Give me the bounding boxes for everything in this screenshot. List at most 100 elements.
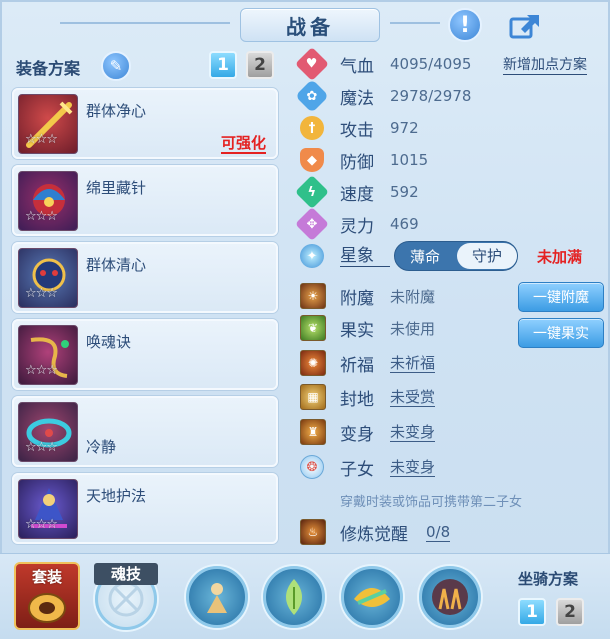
stat-label: 子女 [340,459,374,480]
mount-skill-2[interactable] [263,566,325,628]
mount-skill-3[interactable] [341,566,403,628]
stat-value: 4095/4095 [390,55,472,73]
skill-name: 天地护法 [86,487,147,505]
sword-icon: † [300,116,324,140]
stat-value: 972 [390,119,419,137]
fruit-row: ❦ 果实 未使用 [300,314,435,342]
edit-pencil-icon[interactable]: ✎ [101,51,131,81]
star-rating: ☆☆☆ [25,286,58,301]
second-child-note: 穿戴时装或饰品可携带第二子女 [340,495,523,510]
shield-icon: ◆ [300,148,324,172]
child-row: ❂ 子女 未变身 [300,453,436,481]
skill-card-4[interactable]: ☆☆☆ 唤魂诀 [12,319,278,390]
heart-icon: ♥ [295,47,329,81]
skill-card-2[interactable]: ☆☆☆ 绵里藏针 [12,165,278,236]
skill-thumb-whip: ☆☆☆ [18,325,78,385]
bless-row: ✺ 祈福 未祈福 [300,349,436,377]
star-formation-icon: ✦ [300,244,324,268]
cultivate-icon: ♨ [300,519,326,545]
stat-value: 2978/2978 [390,87,472,105]
star-rating: ☆☆☆ [25,132,58,147]
stat-value[interactable]: 未受赏 [390,388,436,407]
star-toggle[interactable]: 薄命 守护 [394,241,518,271]
title-decoration-right [390,22,440,24]
stat-label: 魔法 [340,88,374,109]
fief-icon: ▦ [300,384,326,410]
skill-thumb-golden-staff: ☆☆☆ [18,94,78,154]
equip-plan-tab-1[interactable]: 1 [209,51,237,79]
skill-card-5[interactable]: ☆☆☆ 冷静 [12,396,278,467]
stat-label: 附魔 [340,288,374,309]
skill-card-3[interactable]: ☆☆☆ 群体清心 [12,242,278,313]
enchant-icon: ☀ [300,283,326,309]
star-option-fate[interactable]: 薄命 [395,246,455,267]
skill-thumb-bracelet: ☆☆☆ [18,402,78,462]
star-rating: ☆☆☆ [25,517,58,532]
mount-plan-label: 坐骑方案 [518,570,579,588]
lightning-icon: ϟ [295,175,329,209]
stat-spirit: ✥ 灵力 469 [295,207,419,241]
child-icon: ❂ [300,455,324,479]
skill-card-6[interactable]: ☆☆☆ 天地护法 [12,473,278,544]
stat-value: 469 [390,215,419,233]
not-full-status: 未加满 [537,248,583,266]
mount-skill-4[interactable] [419,566,481,628]
stat-label: 攻击 [340,120,374,141]
enchant-row: ☀ 附魔 未附魔 [300,282,435,310]
mana-icon: ✿ [295,79,329,113]
upgradable-tag[interactable]: 可强化 [220,134,266,154]
star-rating: ☆☆☆ [25,363,58,378]
stat-hp: ♥ 气血 4095/4095 [295,47,472,81]
equip-plan-tab-2[interactable]: 2 [246,51,274,79]
bless-icon: ✺ [300,350,326,376]
star-rating: ☆☆☆ [25,440,58,455]
stat-label: 变身 [340,424,374,445]
soul-skill-label: 魂技 [94,563,158,585]
stat-value[interactable]: 未变身 [390,423,436,442]
stat-value: 未附魔 [390,287,436,306]
stat-label: 祈福 [340,355,374,376]
stat-value: 未使用 [390,319,436,338]
stat-label: 封地 [340,389,374,410]
mount-plan-tab-1[interactable]: 1 [518,598,546,626]
skill-thumb-red-helm: ☆☆☆ [18,171,78,231]
skill-name: 冷静 [86,438,117,456]
stat-label: 防御 [340,152,374,173]
page-title: 战备 [240,8,380,42]
mount-skill-1[interactable] [186,566,248,628]
star-option-guard[interactable]: 守护 [457,243,517,269]
cultivate-row: ♨ 修炼觉醒 0/8 [300,518,451,546]
add-points-plan-link[interactable]: 新增加点方案 [503,57,587,75]
stat-def: ◆ 防御 1015 [300,146,428,174]
transform-icon: ♜ [300,419,326,445]
star-row: ✦ 星象 [300,242,390,270]
star-label[interactable]: 星象 [340,246,390,267]
stat-label: 灵力 [340,216,374,237]
stat-value: 1015 [390,151,429,169]
skill-thumb-mask: ☆☆☆ [18,248,78,308]
stat-mp: ✿ 魔法 2978/2978 [295,79,472,113]
stat-value[interactable]: 未祈福 [390,354,436,373]
skill-name: 群体清心 [86,256,147,274]
title-decoration-left [60,22,230,24]
share-icon[interactable] [508,8,542,42]
one-click-fruit-button[interactable]: 一键果实 [518,318,604,348]
mount-plan-tab-2[interactable]: 2 [556,598,584,626]
stat-label: 气血 [340,56,374,77]
suit-button[interactable]: 套装 [14,562,80,630]
one-click-enchant-button[interactable]: 一键附魔 [518,282,604,312]
help-icon[interactable]: ! [448,8,482,42]
stat-label: 速度 [340,184,374,205]
stat-label: 果实 [340,320,374,341]
skill-thumb-guardian: ☆☆☆ [18,479,78,539]
stat-atk: † 攻击 972 [300,114,419,142]
equip-plan-label: 装备方案 [16,59,81,78]
stat-value[interactable]: 未变身 [390,458,436,477]
transform-row: ♜ 变身 未变身 [300,418,436,446]
fruit-icon: ❦ [300,315,326,341]
fief-row: ▦ 封地 未受赏 [300,383,436,411]
skill-card-1[interactable]: ☆☆☆ 群体净心 可强化 [12,88,278,159]
skill-name: 绵里藏针 [86,179,147,197]
stat-spd: ϟ 速度 592 [295,175,419,209]
stat-value[interactable]: 0/8 [426,523,451,542]
